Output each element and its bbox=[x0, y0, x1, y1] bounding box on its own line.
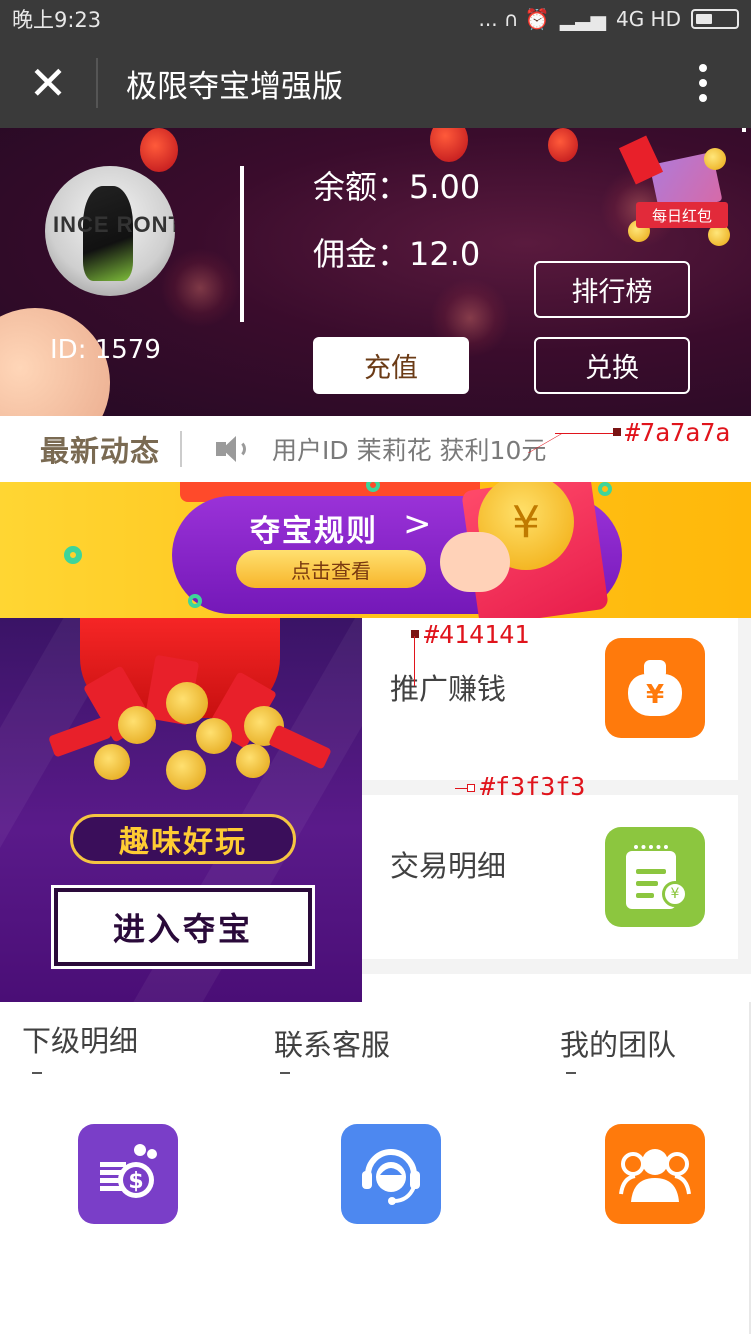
dash-marker bbox=[32, 1072, 42, 1074]
annotation-color-news: #7a7a7a bbox=[625, 418, 731, 447]
transaction-detail-label: 交易明细 bbox=[390, 849, 507, 883]
coin-decoration bbox=[166, 750, 206, 790]
daily-red-packet-badge[interactable]: 每日红包 bbox=[618, 135, 736, 248]
firework-decoration bbox=[160, 248, 240, 328]
status-icons: ... ∩ ⏰ bbox=[478, 7, 550, 31]
customer-service-icon bbox=[341, 1124, 441, 1224]
transaction-detail-card[interactable]: 交易明细 ¥ bbox=[362, 795, 738, 959]
hand-decoration bbox=[440, 532, 510, 592]
view-rules-button[interactable]: 点击查看 bbox=[236, 550, 426, 588]
close-icon[interactable]: ✕ bbox=[0, 38, 96, 128]
subordinate-detail-item[interactable]: 下级明细 $ bbox=[0, 1002, 250, 1334]
rules-banner[interactable]: ¥ 夺宝规则 > 点击查看 bbox=[0, 482, 751, 618]
speaker-icon bbox=[216, 436, 248, 462]
coin-decoration bbox=[236, 744, 270, 778]
chevron-right-icon: > bbox=[403, 504, 432, 544]
more-menu-icon[interactable] bbox=[655, 38, 751, 128]
balance-value: 余额：5.00 bbox=[313, 168, 481, 206]
confetti-decoration bbox=[188, 594, 202, 608]
annotation-marker bbox=[613, 428, 621, 436]
moneybag-icon: ¥ bbox=[605, 638, 705, 738]
promote-earn-label: 推广赚钱 bbox=[390, 672, 507, 706]
profile-header: INCE RONT E ID: 1579 余额：5.00 佣金：12.0 充值 … bbox=[0, 128, 751, 416]
daily-red-packet-label: 每日红包 bbox=[636, 202, 728, 228]
header-divider bbox=[240, 166, 244, 322]
avatar-text: INCE RONT E bbox=[53, 212, 175, 237]
dash-marker bbox=[566, 1072, 576, 1074]
enter-treasure-button[interactable]: 进入夺宝 bbox=[51, 885, 315, 969]
annotation-line bbox=[455, 788, 467, 789]
my-team-label: 我的团队 bbox=[560, 1028, 677, 1062]
status-time: 晚上9:23 bbox=[12, 8, 102, 32]
corner-dot bbox=[742, 128, 746, 132]
nav-bar: ✕ 极限夺宝增强版 bbox=[0, 38, 751, 128]
battery-icon bbox=[691, 9, 739, 29]
rules-title: 夺宝规则 bbox=[250, 514, 378, 549]
user-id: ID: 1579 bbox=[50, 335, 161, 365]
confetti-decoration bbox=[598, 482, 612, 496]
coin-decoration bbox=[704, 148, 726, 170]
annotation-marker bbox=[467, 784, 475, 792]
annotation-line bbox=[414, 636, 415, 686]
my-team-item[interactable]: 我的团队 bbox=[500, 1002, 750, 1334]
customer-service-item[interactable]: 联系客服 bbox=[250, 1002, 500, 1334]
bottom-grid: 下级明细 $ 联系客服 我的团队 bbox=[0, 1002, 751, 1334]
news-title: 最新动态 bbox=[40, 434, 161, 468]
avatar[interactable]: INCE RONT E bbox=[45, 166, 175, 296]
lantern-decoration bbox=[548, 128, 578, 162]
clipboard-icon: ¥ bbox=[605, 827, 705, 927]
page-title: 极限夺宝增强版 bbox=[126, 68, 343, 105]
dollar-coins-icon: $ bbox=[78, 1124, 178, 1224]
promote-earn-card[interactable]: 推广赚钱 ¥ bbox=[362, 618, 738, 780]
confetti-decoration bbox=[64, 546, 82, 564]
coin-decoration bbox=[196, 718, 232, 754]
subordinate-detail-label: 下级明细 bbox=[22, 1024, 139, 1058]
network-label: 4G HD bbox=[615, 7, 681, 31]
lantern-decoration bbox=[140, 128, 178, 172]
annotation-color-label: #414141 bbox=[424, 620, 530, 649]
annotation-color-bg: #f3f3f3 bbox=[480, 772, 586, 801]
dash-marker bbox=[280, 1072, 290, 1074]
customer-service-label: 联系客服 bbox=[274, 1028, 391, 1062]
annotation-line bbox=[555, 433, 615, 434]
recharge-button[interactable]: 充值 bbox=[313, 337, 469, 394]
coin-decoration bbox=[118, 706, 156, 744]
status-bar: 晚上9:23 ... ∩ ⏰ ▂▃▅ 4G HD bbox=[0, 0, 751, 38]
treasure-promo[interactable]: 趣味好玩 进入夺宝 bbox=[0, 618, 362, 1002]
commission-value: 佣金：12.0 bbox=[313, 235, 481, 273]
nav-divider bbox=[96, 58, 98, 108]
annotation-marker bbox=[411, 630, 419, 638]
exchange-button[interactable]: 兑换 bbox=[534, 337, 690, 394]
svg-text:$: $ bbox=[128, 1169, 143, 1194]
signal-icon: ▂▃▅ bbox=[559, 7, 606, 31]
news-divider bbox=[180, 431, 183, 467]
section-divider bbox=[362, 960, 751, 972]
status-indicators: ... ∩ ⏰ ▂▃▅ 4G HD bbox=[478, 7, 739, 31]
leaderboard-button[interactable]: 排行榜 bbox=[534, 261, 690, 318]
coin-decoration bbox=[94, 744, 130, 780]
fun-label: 趣味好玩 bbox=[70, 814, 296, 864]
lantern-decoration bbox=[430, 128, 468, 162]
coin-decoration bbox=[166, 682, 208, 724]
news-ticker-text: 用户ID 茉莉花 获利10元 bbox=[272, 436, 547, 465]
team-icon bbox=[605, 1124, 705, 1224]
